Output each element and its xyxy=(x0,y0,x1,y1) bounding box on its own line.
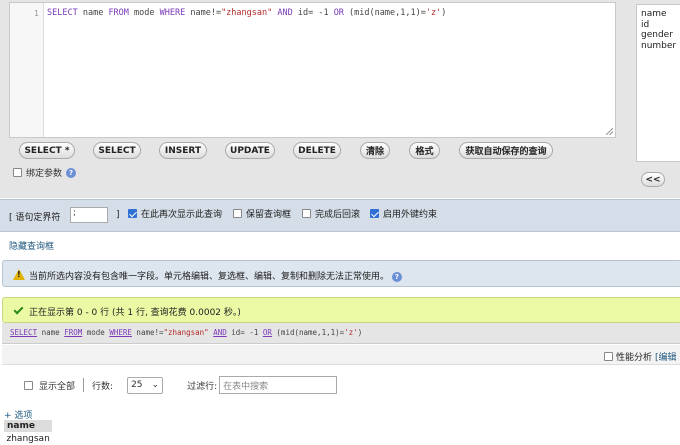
sql-keyword[interactable]: OR xyxy=(263,328,272,337)
sql-keyword[interactable]: AND xyxy=(213,328,227,337)
delimiter-input[interactable]: ; xyxy=(70,207,108,223)
sql-keyword[interactable]: SELECT xyxy=(10,328,37,337)
delete-button[interactable]: DELETE xyxy=(293,142,341,159)
success-message: 正在显示第 0 - 0 行 (共 1 行, 查询花费 0.0002 秒。) xyxy=(29,308,241,318)
warning-icon xyxy=(13,269,25,280)
sql-keyword: AND xyxy=(277,8,293,18)
sql-token: (mid(name,1,1)= xyxy=(343,8,426,18)
checkmark-icon xyxy=(13,304,24,315)
foreign-keys-checkbox[interactable] xyxy=(370,209,379,218)
chevron-down-icon: ⌄ xyxy=(151,380,160,390)
retain-query-box-label: 保留查询框 xyxy=(246,210,292,220)
line-number: 1 xyxy=(34,9,39,18)
table-header-row: name xyxy=(2,419,54,433)
sql-editor[interactable]: 1 SELECT name FROM mode WHERE name!="zha… xyxy=(9,2,616,138)
column-item[interactable]: id xyxy=(641,20,680,31)
show-query-again-checkbox[interactable] xyxy=(128,209,137,218)
sql-keyword[interactable]: WHERE xyxy=(109,328,132,337)
sql-token: ) xyxy=(441,8,447,18)
sql-token: id= -1 xyxy=(226,328,263,337)
rollback-checkbox[interactable] xyxy=(302,209,311,218)
column-list[interactable]: name id gender number xyxy=(636,4,680,162)
help-icon[interactable]: ? xyxy=(66,167,77,178)
column-item[interactable]: gender xyxy=(641,30,680,41)
query-options-bar: [ 语句定界符 ; ] 在此再次显示此查询 保留查询框 完成后回滚 启用外键约束 xyxy=(0,199,680,232)
bind-parameters-label: 绑定参数 xyxy=(26,169,63,179)
executed-query-text: SELECT name FROM mode WHERE name!="zhang… xyxy=(10,328,362,337)
sql-text[interactable]: SELECT name FROM mode WHERE name!="zhang… xyxy=(47,8,446,18)
bind-parameters-option[interactable]: 绑定参数 ? xyxy=(13,166,77,179)
sql-keyword: WHERE xyxy=(159,8,186,18)
profiling-bar: 性能分析 [编辑 xyxy=(2,345,680,365)
rows-per-page-value: 25 xyxy=(131,380,143,390)
filter-rows-label: 过滤行: xyxy=(187,381,218,392)
insert-button[interactable]: INSERT xyxy=(159,142,207,159)
sql-string: "zhangsan" xyxy=(221,8,273,18)
result-table: name zhangsan xyxy=(2,419,54,445)
sql-token: ) xyxy=(357,328,363,337)
sql-keyword: FROM xyxy=(108,8,129,18)
show-query-again-option[interactable]: 在此再次显示此查询 xyxy=(128,207,222,220)
table-navigation: 显示全部 行数: 25 ⌄ 过滤行: 在表中搜索 xyxy=(24,376,338,394)
success-bar: 正在显示第 0 - 0 行 (共 1 行, 查询花费 0.0002 秒。) xyxy=(2,297,680,323)
sql-token: name xyxy=(77,8,109,18)
foreign-keys-label: 启用外键约束 xyxy=(383,210,438,220)
sql-string: 'z' xyxy=(344,328,358,337)
rollback-option[interactable]: 完成后回滚 xyxy=(302,207,360,220)
bind-parameters-checkbox[interactable] xyxy=(13,168,22,177)
get-autosaved-query-button[interactable]: 获取自动保存的查询 xyxy=(459,142,553,159)
sql-keyword[interactable]: FROM xyxy=(64,328,82,337)
table-cell[interactable]: zhangsan xyxy=(3,432,53,445)
rollback-label: 完成后回滚 xyxy=(315,210,361,220)
profiling-checkbox[interactable] xyxy=(604,352,613,361)
edit-inline-link[interactable]: [编辑 xyxy=(655,350,677,363)
sql-token: name xyxy=(37,328,65,337)
format-button[interactable]: 格式 xyxy=(409,142,440,159)
sql-token: name!= xyxy=(131,328,164,337)
delimiter-bracket: ] xyxy=(116,210,120,220)
notice-bar: 当前所选内容没有包含唯一字段。单元格编辑、复选框、编辑、复制和删除无法正常使用。… xyxy=(2,260,680,287)
filter-rows-input[interactable]: 在表中搜索 xyxy=(219,376,338,394)
executed-query-box: SELECT name FROM mode WHERE name!="zhang… xyxy=(2,323,680,344)
hide-query-box-link[interactable]: 隐藏查询框 xyxy=(9,239,54,252)
help-icon[interactable]: ? xyxy=(391,272,402,282)
column-header-name[interactable]: name xyxy=(2,419,54,433)
sql-keyword: OR xyxy=(333,8,344,18)
table-row: zhangsan xyxy=(3,432,53,445)
sql-string: 'z' xyxy=(425,8,442,18)
select-star-button[interactable]: SELECT * xyxy=(19,142,75,159)
notice-message: 当前所选内容没有包含唯一字段。单元格编辑、复选框、编辑、复制和删除无法正常使用。… xyxy=(29,269,402,282)
foreign-keys-option[interactable]: 启用外键约束 xyxy=(370,207,437,220)
clear-button[interactable]: 清除 xyxy=(360,142,390,159)
rows-per-page-select[interactable]: 25 ⌄ xyxy=(127,376,164,394)
sql-token: mode xyxy=(82,328,110,337)
show-all-checkbox[interactable] xyxy=(24,380,33,390)
show-all-label: 显示全部 xyxy=(39,381,76,392)
editor-gutter: 1 xyxy=(10,3,44,137)
retain-query-box-checkbox[interactable] xyxy=(233,209,242,218)
sql-token: (mid(name,1,1)= xyxy=(271,328,345,337)
notice-text: 当前所选内容没有包含唯一字段。单元格编辑、复选框、编辑、复制和删除无法正常使用。 xyxy=(29,272,390,282)
update-button[interactable]: UPDATE xyxy=(225,142,275,159)
profiling-option[interactable]: 性能分析 [编辑 xyxy=(604,350,677,363)
insert-column-button[interactable]: << xyxy=(641,172,665,187)
rows-label: 行数: xyxy=(92,381,114,392)
select-button[interactable]: SELECT xyxy=(93,142,141,159)
resize-grip-icon[interactable] xyxy=(606,128,613,135)
retain-query-box-option[interactable]: 保留查询框 xyxy=(233,207,291,220)
column-item[interactable]: name xyxy=(641,9,680,20)
sql-token: id= -1 xyxy=(292,8,334,18)
sql-token: mode xyxy=(128,8,160,18)
sql-string: "zhangsan" xyxy=(163,328,209,337)
show-query-again-label: 在此再次显示此查询 xyxy=(141,210,223,220)
profiling-label: 性能分析 xyxy=(616,353,653,363)
sql-query-panel: 1 SELECT name FROM mode WHERE name!="zha… xyxy=(0,0,680,198)
sql-keyword: SELECT xyxy=(47,8,78,18)
sql-token: name!= xyxy=(185,8,222,18)
divider xyxy=(83,378,85,392)
delimiter-label: [ 语句定界符 xyxy=(9,213,61,223)
column-item[interactable]: number xyxy=(641,41,680,52)
